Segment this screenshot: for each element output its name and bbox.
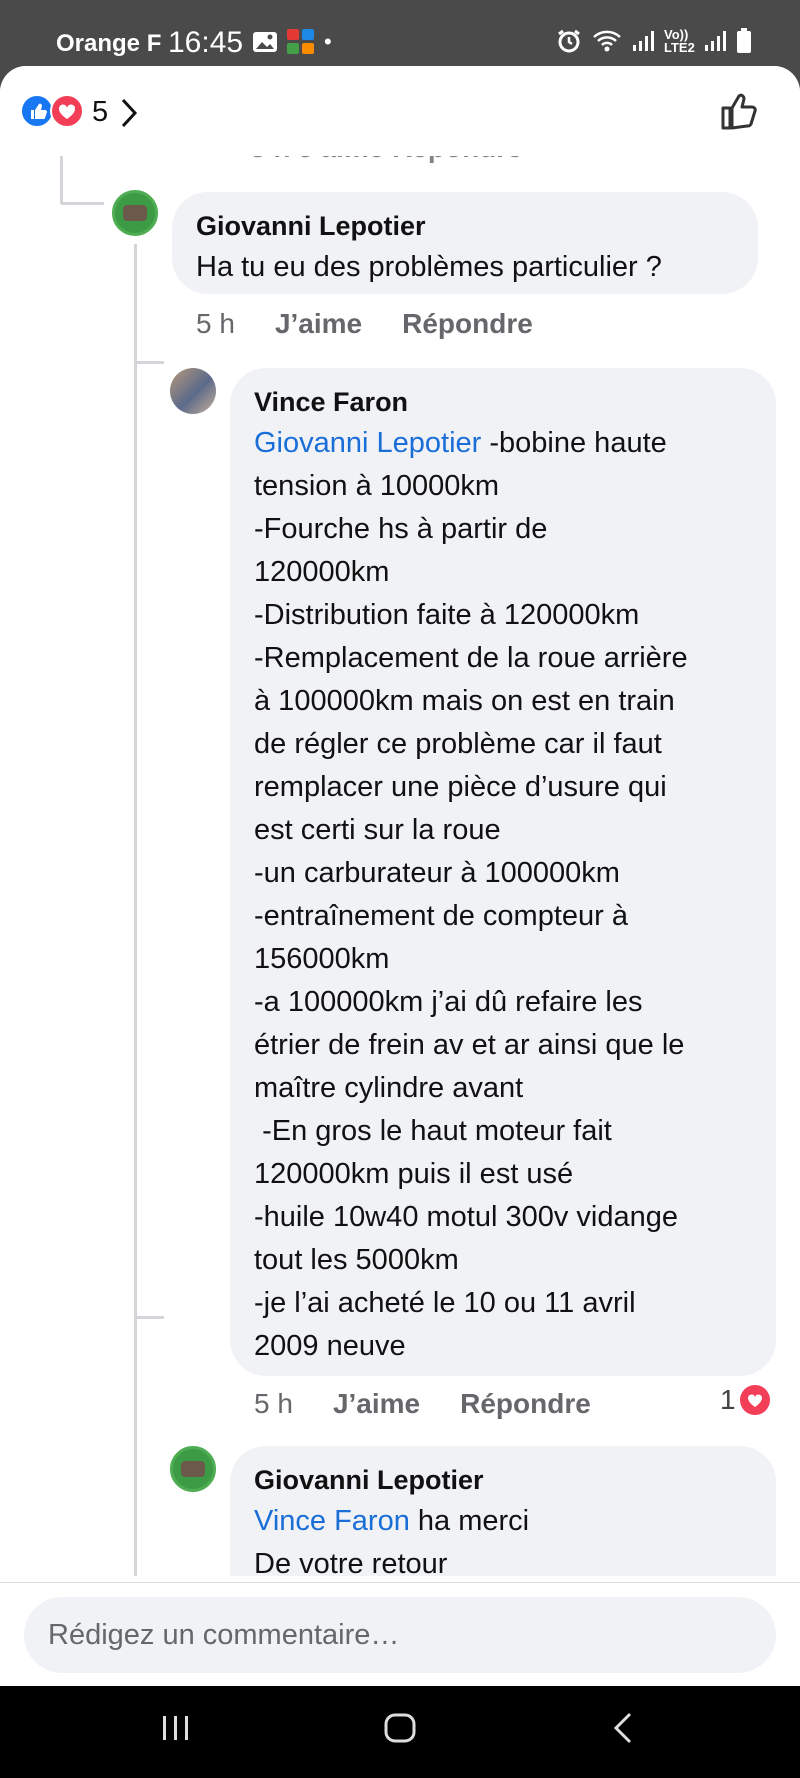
comment-reactions[interactable]: 1 bbox=[720, 1384, 770, 1416]
status-bar: Orange F 16:45 • Vo)) LTE2 bbox=[0, 0, 800, 66]
like-reaction-icon bbox=[20, 94, 54, 128]
reply-button[interactable]: Répondre bbox=[402, 308, 533, 340]
avatar[interactable] bbox=[170, 1446, 216, 1492]
comment-text-body: -bobine haute tension à 10000km -Fourche… bbox=[254, 427, 688, 1362]
signal-icon bbox=[633, 31, 654, 51]
comment-bubble: Vince Faron Giovanni Lepotier -bobine ha… bbox=[230, 368, 776, 1376]
reply-button[interactable]: Répondre bbox=[460, 1388, 591, 1420]
comments-panel: 5 5 h J'aime Répondre Giovanni Lepotier … bbox=[0, 66, 800, 1686]
reactions-bar[interactable]: 5 bbox=[0, 66, 800, 156]
like-button[interactable]: J’aime bbox=[275, 308, 362, 340]
wifi-icon bbox=[593, 30, 621, 52]
signal-icon bbox=[705, 31, 726, 51]
heart-icon bbox=[739, 1385, 770, 1415]
mention-link[interactable]: Giovanni Lepotier bbox=[254, 427, 481, 459]
system-nav-bar bbox=[0, 1686, 800, 1778]
gallery-icon bbox=[253, 32, 277, 52]
comment-input[interactable] bbox=[24, 1597, 776, 1673]
recent-apps-icon[interactable] bbox=[160, 1708, 192, 1748]
clock: 16:45 bbox=[168, 26, 244, 59]
chevron-right-icon[interactable] bbox=[118, 96, 140, 130]
app-grid-icon bbox=[287, 29, 314, 54]
reaction-count: 1 bbox=[720, 1384, 736, 1415]
comment-text: Vince Faron ha merci De votre retour bbox=[254, 1500, 752, 1576]
thread-line bbox=[60, 156, 63, 204]
like-thumb-icon[interactable] bbox=[718, 90, 760, 132]
thread-line bbox=[60, 202, 104, 205]
mention-link[interactable]: Vince Faron bbox=[254, 1505, 410, 1537]
thread-line bbox=[134, 361, 164, 364]
comment-text: Giovanni Lepotier -bobine haute tension … bbox=[254, 422, 752, 1368]
comment-actions: 5 h J’aime Répondre bbox=[254, 1388, 591, 1420]
comment-actions: 5 h J’aime Répondre bbox=[196, 308, 533, 340]
alarm-icon bbox=[558, 29, 580, 53]
comment-composer bbox=[0, 1582, 800, 1686]
like-button[interactable]: J’aime bbox=[333, 1388, 420, 1420]
network-label: Vo)) LTE2 bbox=[664, 27, 695, 55]
carrier-label: Orange F bbox=[56, 30, 162, 57]
comment-thread: 5 h J'aime Répondre Giovanni Lepotier Ha… bbox=[0, 156, 800, 1576]
comment-author[interactable]: Giovanni Lepotier bbox=[196, 206, 734, 246]
reaction-count[interactable]: 5 bbox=[92, 96, 108, 129]
comment-bubble: Giovanni Lepotier Vince Faron ha merci D… bbox=[230, 1446, 776, 1576]
comment-author[interactable]: Giovanni Lepotier bbox=[254, 1460, 752, 1500]
avatar[interactable] bbox=[112, 190, 158, 236]
comment-text: Ha tu eu des problèmes particulier ? bbox=[196, 251, 662, 283]
avatar[interactable] bbox=[170, 368, 216, 414]
comment-time: 5 h bbox=[254, 1388, 293, 1419]
comment-author[interactable]: Vince Faron bbox=[254, 382, 752, 422]
previous-actions-row: 5 h J'aime Répondre bbox=[250, 156, 523, 164]
love-reaction-icon bbox=[50, 94, 84, 128]
notification-dot-icon: • bbox=[324, 29, 332, 54]
back-icon[interactable] bbox=[610, 1708, 636, 1748]
home-icon[interactable] bbox=[382, 1708, 418, 1748]
battery-icon bbox=[737, 28, 751, 53]
thread-line bbox=[134, 1316, 164, 1319]
comment-time: 5 h bbox=[196, 308, 235, 339]
comment-bubble: Giovanni Lepotier Ha tu eu des problèmes… bbox=[172, 192, 758, 294]
thread-line bbox=[134, 244, 137, 1576]
